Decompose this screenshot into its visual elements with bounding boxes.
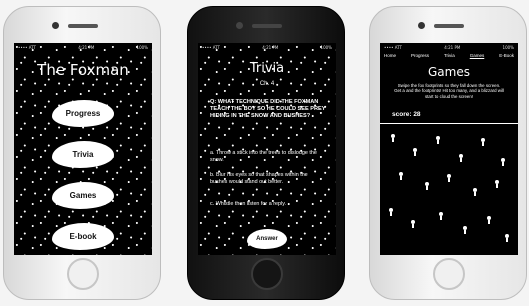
footprint-icon[interactable] xyxy=(500,158,506,166)
footprint-icon[interactable] xyxy=(480,138,486,146)
status-bar: •••• ATT 4:21 PM 100% xyxy=(18,45,148,52)
carrier-label: •••• ATT xyxy=(384,45,402,50)
answer-button[interactable]: Answer xyxy=(247,229,287,249)
app-title: The Foxman xyxy=(37,61,129,79)
tab-games[interactable]: Games xyxy=(469,53,486,58)
footprint-icon[interactable] xyxy=(410,220,416,228)
ebook-button[interactable]: E-book xyxy=(52,223,114,250)
score-label: score: 28 xyxy=(392,111,421,118)
battery-label: 100% xyxy=(320,45,332,50)
tab-bar: Home Progress Trivia Games E-Book xyxy=(383,53,515,58)
clock: 4:21 PM xyxy=(78,45,95,50)
trivia-button[interactable]: Trivia xyxy=(52,141,114,168)
footprint-icon[interactable] xyxy=(458,154,464,162)
answer-option-c[interactable]: c. Whistle then listen for a reply. xyxy=(210,201,324,208)
camera-icon xyxy=(52,22,59,29)
chapter-label: Ch. 4 xyxy=(259,81,275,87)
footprint-icon[interactable] xyxy=(486,216,492,224)
speaker-grille xyxy=(252,24,282,28)
home-screen: •••• ATT 4:21 PM 100% The Foxman Progres… xyxy=(14,43,152,255)
footprint-icon[interactable] xyxy=(390,134,396,142)
footprint-icon[interactable] xyxy=(438,212,444,220)
speaker-grille xyxy=(68,24,98,28)
camera-icon xyxy=(236,22,243,29)
trivia-question: Q: WHAT TECHNIQUE DID THE FOXMAN TEACH T… xyxy=(210,99,326,119)
battery-label: 100% xyxy=(502,45,514,50)
clock: 4:21 PM xyxy=(444,45,461,50)
trivia-title: Trivia xyxy=(249,61,285,76)
tab-trivia[interactable]: Trivia xyxy=(443,53,456,58)
answer-option-a[interactable]: a. Throw a stick into the trees to dislo… xyxy=(210,150,324,164)
games-button[interactable]: Games xyxy=(52,182,114,209)
carrier-label: •••• ATT xyxy=(18,45,36,50)
tab-home[interactable]: Home xyxy=(383,53,397,58)
footprint-icon[interactable] xyxy=(412,148,418,156)
trivia-screen: •••• ATT 4:21 PM 100% Trivia Ch. 4 Q: WH… xyxy=(198,43,336,255)
battery-label: 100% xyxy=(136,45,148,50)
camera-icon xyxy=(418,22,425,29)
footprint-icon[interactable] xyxy=(472,188,478,196)
game-field[interactable] xyxy=(380,123,518,255)
footprint-icon[interactable] xyxy=(435,136,441,144)
speaker-grille xyxy=(434,24,464,28)
carrier-label: •••• ATT xyxy=(202,45,220,50)
game-instructions: Swipe the fox footprints so they fall do… xyxy=(394,83,504,99)
footprint-icon[interactable] xyxy=(462,226,468,234)
answer-option-b[interactable]: b. Blur his eyes so that shapes within t… xyxy=(210,172,324,186)
phone-trivia: •••• ATT 4:21 PM 100% Trivia Ch. 4 Q: WH… xyxy=(187,6,345,300)
progress-button[interactable]: Progress xyxy=(52,100,114,127)
footprint-icon[interactable] xyxy=(424,182,430,190)
tab-ebook[interactable]: E-Book xyxy=(498,53,515,58)
footprint-icon[interactable] xyxy=(388,208,394,216)
footprint-icon[interactable] xyxy=(398,172,404,180)
tab-progress[interactable]: Progress xyxy=(410,53,430,58)
home-hardware-button[interactable] xyxy=(251,258,283,290)
clock: 4:21 PM xyxy=(262,45,279,50)
games-screen: •••• ATT 4:21 PM 100% Home Progress Triv… xyxy=(380,43,518,255)
phone-home: •••• ATT 4:21 PM 100% The Foxman Progres… xyxy=(3,6,161,300)
home-hardware-button[interactable] xyxy=(433,258,465,290)
footprint-icon[interactable] xyxy=(504,234,510,242)
footprint-icon[interactable] xyxy=(446,174,452,182)
status-bar: •••• ATT 4:21 PM 100% xyxy=(202,45,332,52)
phone-games: •••• ATT 4:21 PM 100% Home Progress Triv… xyxy=(369,6,527,300)
footprint-icon[interactable] xyxy=(494,180,500,188)
status-bar: •••• ATT 4:21 PM 100% xyxy=(384,45,514,52)
home-hardware-button[interactable] xyxy=(67,258,99,290)
games-title: Games xyxy=(428,65,470,79)
